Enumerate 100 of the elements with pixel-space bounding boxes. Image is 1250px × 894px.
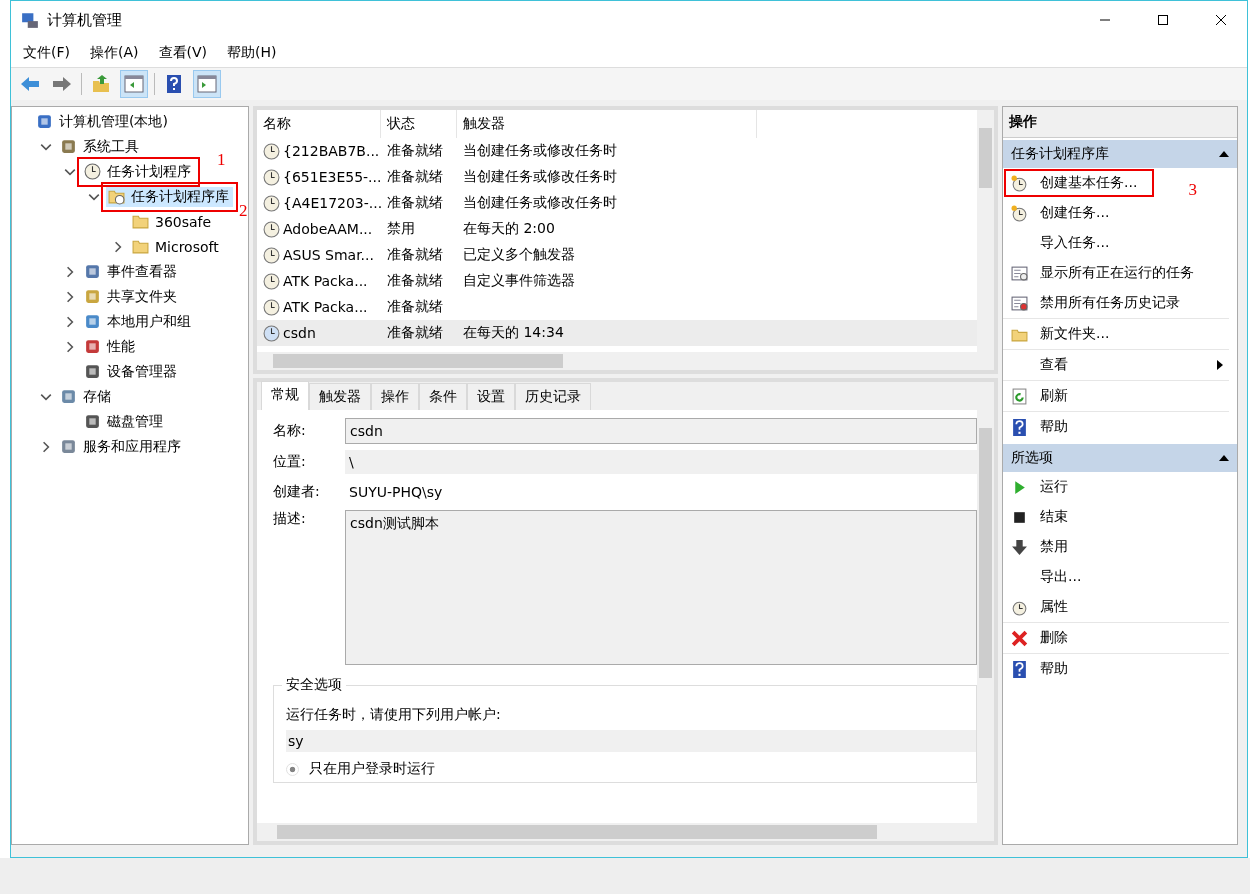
tab[interactable]: 设置 [467, 383, 515, 410]
table-row[interactable]: csdn 准备就绪 在每天的 14:34 [257, 320, 977, 346]
expand-chevron-icon[interactable] [64, 340, 76, 353]
table-cell-text: 当创建任务或修改任务时 [462, 168, 618, 186]
action-item[interactable]: 属性 [1003, 592, 1229, 623]
table-row[interactable]: ASUS Smar... 准备就绪 已定义多个触发器 [257, 242, 977, 268]
table-row[interactable]: {212BAB7B... 准备就绪 当创建任务或修改任务时 [257, 138, 977, 164]
author-value: SUYU-PHQ\sy [348, 483, 444, 502]
tree-item[interactable]: 性能 [82, 336, 139, 357]
table-row[interactable]: {651E3E55-... 准备就绪 当创建任务或修改任务时 [257, 164, 977, 190]
tree-label: 计算机管理(本地) [59, 112, 168, 131]
table-row[interactable]: ATK Packa... 准备就绪 自定义事件筛选器 [257, 268, 977, 294]
field-label: 创建者: [273, 483, 321, 501]
expand-chevron-icon[interactable] [112, 240, 124, 253]
column-header[interactable]: 状态 [381, 110, 457, 138]
tree-item[interactable]: Microsoft [130, 237, 223, 256]
name-field[interactable]: csdn [345, 418, 977, 444]
horizontal-scrollbar[interactable] [257, 352, 977, 370]
annotation-number: 3 [1188, 180, 1197, 200]
action-label: 禁用所有任务历史记录 [1040, 294, 1180, 312]
table-cell-text: 准备就绪 [386, 194, 444, 212]
action-item[interactable]: 显示所有正在运行的任务 [1003, 258, 1237, 288]
action-item[interactable]: 新文件夹... [1003, 319, 1229, 350]
clock-icon [263, 168, 280, 186]
maximize-icon[interactable] [1157, 14, 1169, 26]
action-item[interactable]: 导入任务... [1003, 228, 1237, 258]
action-label: 删除 [1040, 629, 1068, 647]
expand-chevron-icon[interactable] [40, 440, 52, 453]
tree-item[interactable]: 360safe [130, 212, 216, 231]
tree-label: 任务计划程序库 [131, 187, 229, 206]
action-item[interactable]: 运行 [1003, 472, 1237, 502]
tab[interactable]: 条件 [419, 383, 467, 410]
section-header[interactable]: 任务计划程序库 [1003, 140, 1237, 168]
action-item[interactable]: 创建任务... [1003, 198, 1237, 228]
table-cell-text: 已定义多个触发器 [462, 246, 576, 264]
tab[interactable]: 操作 [371, 383, 419, 410]
table-row[interactable]: {A4E17203-... 准备就绪 当创建任务或修改任务时 [257, 190, 977, 216]
action-label: 导入任务... [1040, 234, 1110, 252]
action-label: 创建基本任务... [1040, 174, 1138, 192]
menu-item[interactable]: 操作(A) [90, 44, 139, 62]
description-field[interactable]: csdn测试脚本 [345, 510, 977, 665]
tree-item[interactable]: 设备管理器 [82, 361, 181, 382]
submenu-arrow-icon [1217, 360, 1223, 370]
tree-item[interactable]: 服务和应用程序 [58, 436, 185, 457]
action-item[interactable]: 禁用 [1003, 532, 1237, 562]
action-item[interactable]: 帮助 [1003, 412, 1237, 442]
action-item[interactable]: 帮助 [1003, 654, 1237, 684]
tree-label: 本地用户和组 [107, 312, 191, 331]
section-header[interactable]: 所选项 [1003, 444, 1237, 472]
expand-chevron-icon[interactable] [64, 265, 76, 278]
collapse-caret-icon[interactable] [1219, 455, 1229, 461]
table-row[interactable]: AdobeAAM... 禁用 在每天的 2:00 [257, 216, 977, 242]
user-field: sy [286, 730, 976, 752]
horizontal-scrollbar[interactable] [257, 823, 994, 841]
action-label: 显示所有正在运行的任务 [1040, 264, 1194, 282]
tree-item[interactable]: 共享文件夹 [82, 286, 181, 307]
location-field: \ [345, 450, 977, 474]
action-item[interactable]: 导出... [1003, 562, 1237, 592]
tab[interactable]: 常规 [261, 381, 309, 410]
clock-icon [263, 194, 280, 212]
tree-item[interactable]: 磁盘管理 [82, 411, 167, 432]
tree-item[interactable]: 计算机管理(本地) [34, 111, 172, 132]
panel-icon[interactable] [193, 70, 221, 98]
table-cell-text: 禁用 [386, 220, 416, 238]
group-title: 安全选项 [282, 676, 346, 694]
tree-item[interactable]: 存储 [58, 386, 115, 407]
action-label: 查看 [1040, 356, 1068, 374]
expand-chevron-icon[interactable] [64, 315, 76, 328]
action-item[interactable]: 刷新 [1003, 381, 1229, 412]
radio-label: 只在用户登录时运行 [309, 760, 435, 778]
table-row[interactable]: ATK Packa... 准备就绪 [257, 294, 977, 320]
tree-label: 事件查看器 [107, 262, 177, 281]
annotation-number: 1 [217, 149, 226, 170]
menu-item[interactable]: 查看(V) [158, 44, 207, 62]
tree-item[interactable]: 任务计划程序 [82, 161, 195, 182]
tree-item[interactable]: 事件查看器 [82, 261, 181, 282]
tree-item[interactable]: 本地用户和组 [82, 311, 195, 332]
action-label: 导出... [1040, 568, 1082, 586]
action-item[interactable]: 结束 [1003, 502, 1237, 532]
panel-icon[interactable] [120, 70, 148, 98]
collapse-caret-icon[interactable] [1219, 151, 1229, 157]
tab[interactable]: 触发器 [309, 383, 371, 410]
tree-label: 磁盘管理 [107, 412, 163, 431]
tab[interactable]: 历史记录 [515, 383, 591, 410]
action-item[interactable]: 查看 [1003, 350, 1229, 381]
action-item[interactable]: 禁用所有任务历史记录 [1003, 288, 1229, 319]
column-header[interactable]: 触发器 [457, 110, 757, 138]
expand-chevron-icon[interactable] [64, 290, 76, 303]
table-cell-text: 准备就绪 [386, 246, 444, 264]
vertical-scrollbar[interactable] [977, 110, 994, 370]
clock-icon [263, 246, 280, 264]
tree-item[interactable]: 系统工具 [58, 136, 143, 157]
help-icon [1011, 660, 1028, 678]
close-icon[interactable] [1215, 14, 1227, 26]
menu-item[interactable]: 帮助(H) [227, 44, 277, 62]
menu-item[interactable]: 文件(F) [23, 44, 70, 62]
column-header[interactable]: 名称 [257, 110, 381, 138]
action-item[interactable]: 删除 [1003, 623, 1229, 654]
down-arrow-icon [1011, 538, 1028, 556]
table-cell-text: 准备就绪 [386, 168, 444, 186]
